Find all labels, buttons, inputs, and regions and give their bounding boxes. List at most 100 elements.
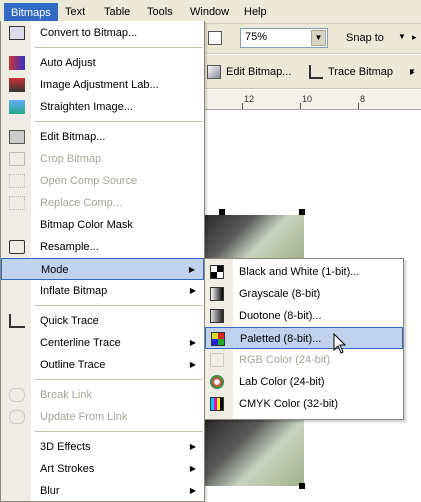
submenu-item-black-and-white[interactable]: Black and White (1-bit)... — [205, 261, 403, 283]
rgb-color-icon — [210, 353, 224, 367]
submenu-arrow-icon: ▶ — [189, 338, 196, 347]
menu-item-label: Outline Trace — [40, 359, 106, 371]
menu-item-art-strokes[interactable]: Art Strokes ▶ — [1, 458, 204, 480]
snap-to-button[interactable]: Snap to — [346, 32, 384, 44]
menu-item-replace-comp[interactable]: Replace Comp... — [1, 192, 204, 214]
menu-item-straighten-image[interactable]: Straighten Image... — [1, 96, 204, 118]
menu-item-crop-bitmap[interactable]: Crop Bitmap — [1, 148, 204, 170]
convert-bitmap-icon — [9, 26, 25, 40]
selection-handle[interactable] — [299, 483, 305, 489]
selection-handle[interactable] — [299, 209, 305, 215]
menu-text[interactable]: Text — [59, 3, 91, 21]
toolbar-zoom-icon[interactable] — [208, 31, 222, 45]
submenu-item-lab-color[interactable]: Lab Color (24-bit) — [205, 371, 403, 393]
standard-toolbar: 75% ▼ Snap to ▼ ▸ — [200, 24, 421, 54]
menu-tools[interactable]: Tools — [141, 3, 179, 21]
trace-bitmap-button[interactable]: Trace Bitmap ▼ — [306, 61, 416, 83]
menu-separator — [35, 305, 203, 306]
property-bar: Edit Bitmap... Trace Bitmap ▼ ▸ — [200, 55, 421, 89]
submenu-arrow-icon: ▶ — [189, 486, 196, 495]
menu-item-update-from-link[interactable]: Update From Link — [1, 406, 204, 428]
edit-bitmap-icon — [207, 65, 221, 79]
menu-item-label: Convert to Bitmap... — [40, 27, 138, 39]
menu-item-edit-bitmap[interactable]: Edit Bitmap... — [1, 126, 204, 148]
menu-item-image-adjustment-lab[interactable]: Image Adjustment Lab... — [1, 74, 204, 96]
break-link-icon — [9, 388, 25, 402]
menu-item-label: 3D Effects — [40, 441, 91, 453]
menu-item-centerline-trace[interactable]: Centerline Trace ▶ — [1, 332, 204, 354]
zoom-level-combo[interactable]: 75% ▼ — [240, 28, 328, 48]
black-and-white-icon — [210, 265, 224, 279]
mode-submenu: Black and White (1-bit)... Grayscale (8-… — [204, 258, 404, 420]
menu-item-label: Resample... — [40, 241, 99, 253]
menu-item-label: Bitmap Color Mask — [40, 219, 133, 231]
menu-separator — [35, 431, 203, 432]
toolbar-more-icon[interactable]: ▸ — [412, 32, 417, 43]
image-adjustment-lab-icon — [9, 78, 25, 92]
edit-bitmap-label: Edit Bitmap... — [226, 66, 292, 78]
submenu-item-paletted[interactable]: Paletted (8-bit)... — [205, 327, 403, 349]
menu-help[interactable]: Help — [238, 3, 273, 21]
submenu-item-rgb-color[interactable]: RGB Color (24-bit) — [205, 349, 403, 371]
selection-handle[interactable] — [219, 209, 225, 215]
submenu-arrow-icon: ▶ — [188, 265, 195, 274]
submenu-item-label: Lab Color (24-bit) — [239, 376, 325, 388]
menu-item-label: Straighten Image... — [40, 101, 133, 113]
menu-item-label: Blur — [40, 485, 60, 497]
snap-to-dropdown-icon[interactable]: ▼ — [398, 32, 406, 41]
ruler-tick-mark — [300, 103, 301, 109]
replace-comp-icon — [9, 196, 25, 210]
menu-item-resample[interactable]: Resample... — [1, 236, 204, 258]
menu-item-quick-trace[interactable]: Quick Trace — [1, 310, 204, 332]
bitmaps-menu: Convert to Bitmap... Auto Adjust Image A… — [0, 21, 205, 502]
submenu-item-label: RGB Color (24-bit) — [239, 354, 331, 366]
grayscale-icon — [210, 287, 224, 301]
menu-table[interactable]: Table — [98, 3, 136, 21]
menu-item-label: Auto Adjust — [40, 57, 96, 69]
edit-bitmap-button[interactable]: Edit Bitmap... — [204, 61, 291, 83]
submenu-arrow-icon: ▶ — [189, 286, 196, 295]
submenu-item-cmyk-color[interactable]: CMYK Color (32-bit) — [205, 393, 403, 415]
lab-color-icon — [210, 375, 224, 389]
menu-bitmaps[interactable]: Bitmaps — [4, 3, 58, 21]
menu-item-label: Edit Bitmap... — [40, 131, 106, 143]
menu-item-label: Crop Bitmap — [40, 153, 102, 165]
paletted-icon — [211, 332, 225, 346]
submenu-item-label: CMYK Color (32-bit) — [239, 398, 339, 410]
menu-item-label: Update From Link — [40, 411, 128, 423]
chevron-down-icon[interactable]: ▼ — [311, 30, 326, 46]
menu-item-open-comp-source[interactable]: Open Comp Source — [1, 170, 204, 192]
ruler-tick-label: 10 — [302, 94, 313, 104]
submenu-item-duotone[interactable]: Duotone (8-bit)... — [205, 305, 403, 327]
zoom-level-value: 75% — [245, 31, 268, 43]
trace-bitmap-label: Trace Bitmap — [328, 66, 394, 78]
menu-item-outline-trace[interactable]: Outline Trace ▶ — [1, 354, 204, 376]
quick-trace-icon — [9, 314, 25, 328]
menu-window[interactable]: Window — [184, 3, 235, 21]
menu-item-mode[interactable]: Mode ▶ — [1, 258, 204, 280]
straighten-image-icon — [9, 100, 25, 114]
menu-item-inflate-bitmap[interactable]: Inflate Bitmap ▶ — [1, 280, 204, 302]
menu-item-bitmap-color-mask[interactable]: Bitmap Color Mask — [1, 214, 204, 236]
submenu-item-grayscale[interactable]: Grayscale (8-bit) — [205, 283, 403, 305]
bitmap-image-top[interactable] — [204, 215, 304, 259]
bitmap-image-bottom[interactable] — [204, 420, 304, 486]
submenu-arrow-icon: ▶ — [189, 464, 196, 473]
auto-adjust-icon — [9, 56, 25, 70]
menu-item-break-link[interactable]: Break Link — [1, 384, 204, 406]
menu-item-label: Quick Trace — [40, 315, 99, 327]
submenu-arrow-icon: ▶ — [189, 442, 196, 451]
duotone-icon — [210, 309, 224, 323]
menu-item-auto-adjust[interactable]: Auto Adjust — [1, 52, 204, 74]
menu-item-label: Image Adjustment Lab... — [40, 79, 159, 91]
menu-item-convert-to-bitmap[interactable]: Convert to Bitmap... — [1, 22, 204, 44]
property-bar-more-icon[interactable]: ▸ — [410, 67, 415, 78]
mouse-pointer-icon — [333, 333, 347, 354]
ruler-tick-mark — [242, 103, 243, 109]
resample-icon — [9, 240, 25, 254]
menu-item-label: Open Comp Source — [40, 175, 138, 187]
menu-item-3d-effects[interactable]: 3D Effects ▶ — [1, 436, 204, 458]
menu-item-blur[interactable]: Blur ▶ — [1, 480, 204, 502]
submenu-item-label: Duotone (8-bit)... — [239, 310, 322, 322]
ruler-tick-label: 8 — [360, 94, 366, 104]
